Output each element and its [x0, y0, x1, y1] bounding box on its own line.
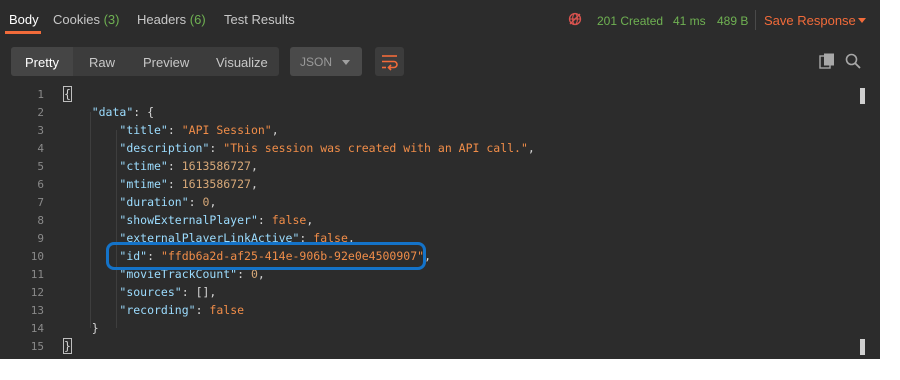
json-value: false [271, 213, 307, 227]
globe-icon[interactable] [568, 12, 582, 26]
view-mode-group: Pretty Raw Preview Visualize [11, 47, 279, 76]
tab-headers-label: Headers [137, 12, 187, 27]
tab-cookies[interactable]: Cookies (3) [53, 12, 119, 27]
scrollbar-thumb[interactable] [860, 88, 865, 104]
json-value: "This session was created with an API ca… [223, 141, 528, 155]
response-time[interactable]: 41 ms [673, 14, 706, 28]
tab-headers[interactable]: Headers (6) [137, 12, 206, 27]
tab-cookies-label: Cookies [53, 12, 100, 27]
copy-icon[interactable] [818, 52, 836, 70]
code-line: 3 "title": "API Session", [0, 122, 860, 140]
json-key: "showExternalPlayer" [119, 213, 258, 227]
json-value: "API Session" [181, 123, 272, 137]
view-preview-button[interactable]: Preview [143, 55, 189, 70]
close-brace: } [91, 321, 99, 335]
line-number: 9 [37, 232, 44, 245]
format-select-value: JSON [300, 55, 333, 69]
chevron-down-icon [342, 60, 350, 65]
code-line: 4 "description": "This session was creat… [0, 140, 860, 158]
vertical-scrollbar[interactable] [860, 86, 866, 359]
line-number: 13 [30, 304, 44, 317]
chevron-down-icon[interactable] [858, 18, 866, 23]
json-value: 1613586727 [181, 177, 251, 191]
line-number: 2 [37, 106, 44, 119]
tab-test-results[interactable]: Test Results [224, 12, 295, 27]
json-value: false [209, 303, 245, 317]
line-number: 6 [37, 178, 44, 191]
tab-cookies-count: (3) [103, 12, 120, 27]
line-number: 4 [37, 142, 44, 155]
code-line: 13 "recording": false [0, 302, 860, 320]
close-brace: } [63, 338, 72, 354]
save-response-button[interactable]: Save Response [764, 13, 856, 28]
json-key: "mtime" [119, 177, 168, 191]
code-line: 15 } [0, 338, 860, 356]
scrollbar-thumb[interactable] [860, 339, 865, 355]
response-tabs: Body Cookies (3) Headers (6) Test Result… [0, 0, 880, 38]
line-number: 7 [37, 196, 44, 209]
code-line: 7 "duration": 0, [0, 194, 860, 212]
json-key: "ctime" [119, 159, 168, 173]
wrap-lines-button[interactable] [375, 47, 404, 76]
json-value: 1613586727 [181, 159, 251, 173]
view-visualize-button[interactable]: Visualize [216, 55, 268, 70]
json-key: "recording" [119, 303, 196, 317]
tab-body-label: Body [9, 12, 39, 27]
json-key: "description" [119, 141, 210, 155]
view-raw-button[interactable]: Raw [89, 55, 115, 70]
view-pretty-button[interactable]: Pretty [25, 55, 59, 70]
highlight-annotation [106, 242, 426, 270]
active-tab-indicator [5, 31, 41, 34]
tab-test-results-label: Test Results [224, 12, 295, 27]
json-key: "title" [119, 123, 168, 137]
line-number: 8 [37, 214, 44, 227]
code-line: 8 "showExternalPlayer": false, [0, 212, 860, 230]
code-line: 6 "mtime": 1613586727, [0, 176, 860, 194]
line-number: 3 [37, 124, 44, 137]
open-brace: { [63, 86, 72, 102]
line-number: 1 [37, 88, 44, 101]
code-line: 14 } [0, 320, 860, 338]
search-icon[interactable] [844, 52, 862, 70]
status-code[interactable]: 201 Created [597, 14, 663, 28]
code-line: 12 "sources": [], [0, 284, 860, 302]
tab-body[interactable]: Body [9, 12, 39, 27]
json-key: "sources" [119, 285, 182, 299]
wrap-lines-icon [382, 55, 398, 71]
code-line: 2 "data": { [0, 104, 860, 122]
response-panel: Body Cookies (3) Headers (6) Test Result… [0, 0, 880, 359]
json-key: "data" [91, 105, 134, 119]
json-value: [] [195, 285, 210, 299]
tab-headers-count: (6) [189, 12, 206, 27]
line-number: 14 [30, 322, 44, 335]
response-size[interactable]: 489 B [717, 14, 748, 28]
line-number: 5 [37, 160, 44, 173]
response-body-editor[interactable]: 1 { 2 "data": { 3 "title": "API Session"… [0, 86, 860, 359]
code-line: 5 "ctime": 1613586727, [0, 158, 860, 176]
line-number: 10 [30, 250, 44, 263]
format-select[interactable]: JSON [290, 47, 362, 76]
json-key: "duration" [119, 195, 189, 209]
divider [755, 10, 756, 30]
line-number: 12 [30, 286, 44, 299]
code-line: 1 { [0, 86, 860, 104]
line-number: 11 [30, 268, 44, 281]
line-number: 15 [30, 340, 44, 353]
